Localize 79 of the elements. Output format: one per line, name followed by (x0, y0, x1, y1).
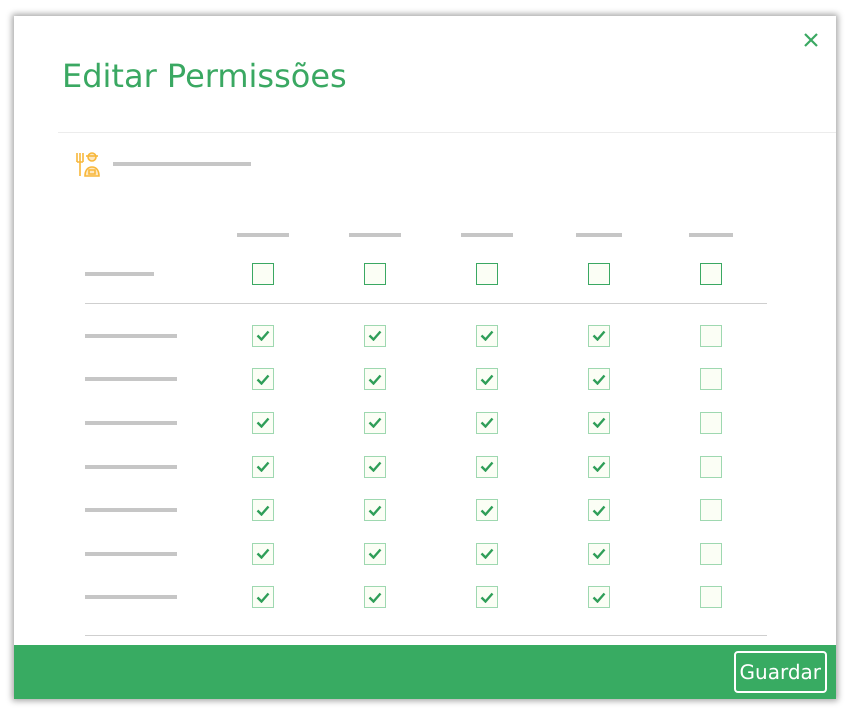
checkmark-icon (256, 330, 270, 342)
checkbox[interactable] (476, 586, 498, 608)
checkmark-icon (480, 592, 494, 603)
redacted-column-header (689, 233, 733, 237)
checkmark-icon (592, 330, 606, 342)
checkmark-icon (480, 374, 494, 385)
checkbox[interactable] (252, 324, 274, 347)
checkmark-icon (480, 417, 494, 428)
checkbox[interactable] (588, 586, 610, 608)
close-button[interactable] (804, 33, 818, 47)
redacted-column-header (237, 233, 289, 237)
checkbox[interactable] (476, 263, 498, 285)
checkmark-icon (368, 330, 382, 342)
checkbox[interactable] (476, 368, 498, 390)
checkbox[interactable] (588, 456, 610, 478)
checkmark-icon (368, 417, 382, 428)
checkbox[interactable] (364, 412, 386, 434)
farmer-icon (75, 151, 101, 177)
checkmark-icon (480, 330, 494, 342)
redacted-column-header (349, 233, 401, 237)
checkbox[interactable] (252, 263, 274, 285)
checkbox[interactable] (588, 368, 610, 390)
checkbox[interactable] (364, 542, 386, 565)
checkbox[interactable] (476, 499, 498, 522)
checkmark-icon (592, 504, 606, 516)
checkbox[interactable] (700, 263, 722, 285)
checkbox[interactable] (700, 324, 722, 347)
checkmark-icon (592, 548, 606, 560)
checkmark-icon (368, 374, 382, 385)
redacted-column-header (576, 233, 622, 237)
checkmark-icon (592, 374, 606, 385)
checkbox[interactable] (700, 412, 722, 434)
checkbox[interactable] (364, 324, 386, 347)
checkbox[interactable] (588, 499, 610, 522)
checkbox[interactable] (700, 456, 722, 478)
checkbox[interactable] (252, 542, 274, 565)
checkbox[interactable] (700, 368, 722, 390)
checkbox[interactable] (588, 542, 610, 565)
checkbox[interactable] (364, 368, 386, 390)
checkmark-icon (256, 374, 270, 385)
checkbox[interactable] (700, 586, 722, 608)
checkmark-icon (256, 504, 270, 516)
dialog-title: Editar Permissões (62, 56, 347, 96)
checkbox[interactable] (476, 542, 498, 565)
checkbox[interactable] (700, 542, 722, 565)
close-icon (804, 33, 818, 47)
checkbox[interactable] (252, 499, 274, 522)
checkbox[interactable] (252, 412, 274, 434)
checkbox[interactable] (476, 456, 498, 478)
checkbox[interactable] (364, 499, 386, 522)
checkbox[interactable] (252, 368, 274, 390)
checkmark-icon (368, 548, 382, 560)
checkmark-icon (480, 548, 494, 560)
checkbox[interactable] (364, 263, 386, 285)
checkmark-icon (256, 592, 270, 603)
checkmark-icon (592, 461, 606, 472)
checkbox[interactable] (588, 412, 610, 434)
checkmark-icon (368, 592, 382, 603)
checkbox[interactable] (252, 456, 274, 478)
checkbox[interactable] (364, 586, 386, 608)
checkmark-icon (480, 461, 494, 472)
redacted-column-header (461, 233, 513, 237)
checkmark-icon (256, 461, 270, 472)
checkbox[interactable] (588, 263, 610, 285)
save-button[interactable]: Guardar (734, 651, 827, 693)
checkmark-icon (368, 504, 382, 516)
checkmark-icon (592, 592, 606, 603)
checkbox[interactable] (476, 324, 498, 347)
checkmark-icon (256, 548, 270, 560)
checkmark-icon (592, 417, 606, 428)
redacted-label (85, 272, 154, 276)
checkmark-icon (256, 417, 270, 428)
checkbox[interactable] (364, 456, 386, 478)
checkbox[interactable] (700, 499, 722, 522)
checkmark-icon (480, 504, 494, 516)
checkbox[interactable] (588, 324, 610, 347)
checkbox[interactable] (476, 412, 498, 434)
checkmark-icon (368, 461, 382, 472)
checkbox[interactable] (252, 586, 274, 608)
